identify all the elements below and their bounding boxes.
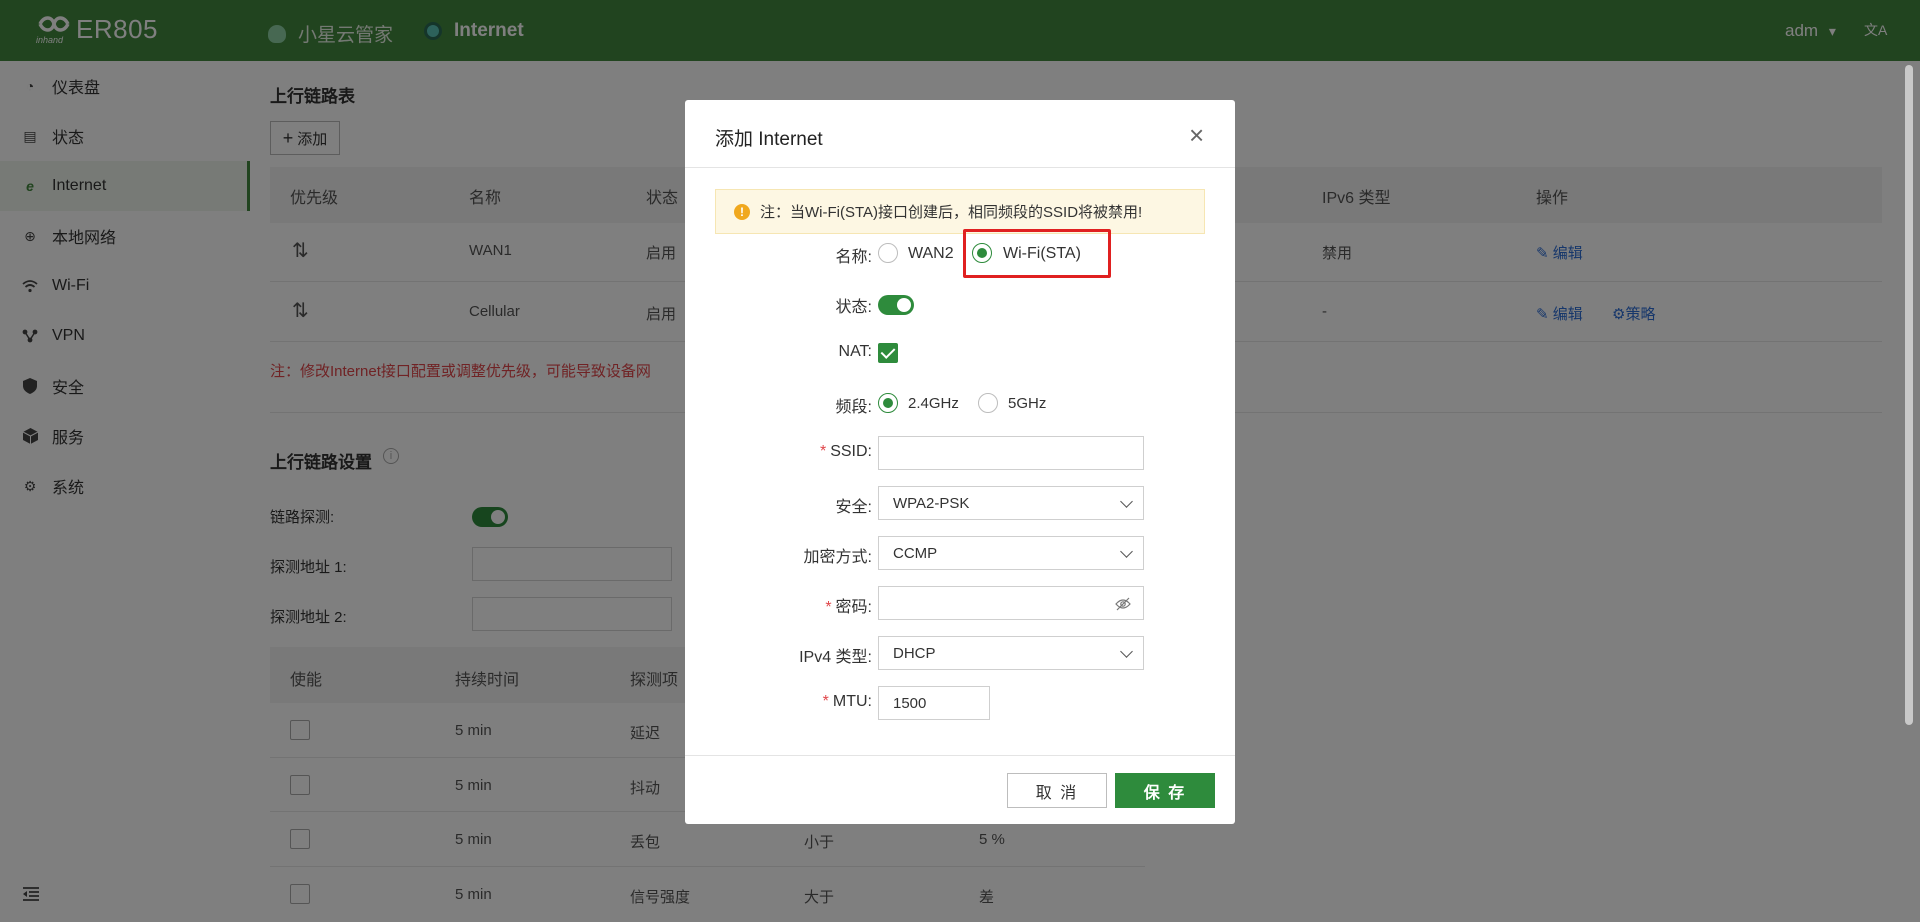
band-5ghz-label[interactable]: 5GHz <box>1008 395 1046 412</box>
security-row: 安全: WPA2-PSK <box>685 485 1235 521</box>
name-label: 名称: <box>835 249 872 266</box>
nat-row: NAT: <box>685 335 1235 371</box>
ipv4-select[interactable]: DHCP <box>878 636 1144 670</box>
password-label: * 密码: <box>825 593 872 617</box>
encryption-row: 加密方式: CCMP <box>685 535 1235 571</box>
eye-hidden-icon[interactable] <box>1115 597 1131 611</box>
status-label: 状态: <box>835 299 872 316</box>
mtu-input[interactable]: 1500 <box>878 686 990 720</box>
close-icon[interactable]: × <box>1189 122 1204 148</box>
encryption-label: 加密方式: <box>803 549 872 566</box>
band-24ghz-label[interactable]: 2.4GHz <box>908 395 959 412</box>
mtu-row: * MTU: 1500 <box>685 685 1235 721</box>
name-row: 名称: WAN2 Wi-Fi(STA) <box>685 235 1235 271</box>
chevron-down-icon <box>1120 645 1133 658</box>
warning-icon: ! <box>734 203 750 220</box>
dialog-divider <box>685 167 1235 168</box>
page-scrollbar[interactable] <box>1905 65 1913 725</box>
ssid-input[interactable] <box>878 436 1144 470</box>
highlight-annotation-box <box>963 229 1111 278</box>
ipv4-row: IPv4 类型: DHCP <box>685 635 1235 671</box>
ipv4-label: IPv4 类型: <box>799 649 872 666</box>
chevron-down-icon <box>1120 495 1133 508</box>
wan2-label[interactable]: WAN2 <box>908 245 954 263</box>
dialog-title: 添加 Internet <box>715 129 823 150</box>
nat-checkbox[interactable] <box>878 343 898 363</box>
band-5ghz-radio[interactable] <box>978 393 998 413</box>
chevron-down-icon <box>1120 545 1133 558</box>
security-value: WPA2-PSK <box>893 494 970 512</box>
wan2-radio[interactable] <box>878 243 898 263</box>
cancel-button[interactable]: 取 消 <box>1007 773 1107 808</box>
add-internet-dialog: 添加 Internet × ! 注：当Wi-Fi(STA)接口创建后，相同频段的… <box>685 100 1235 824</box>
ssid-label: * SSID: <box>820 443 872 461</box>
band-24ghz-radio[interactable] <box>878 393 898 413</box>
sta-warning-banner: ! 注：当Wi-Fi(STA)接口创建后，相同频段的SSID将被禁用! <box>715 189 1205 234</box>
password-input[interactable] <box>878 586 1144 620</box>
encryption-value: CCMP <box>893 544 938 562</box>
ssid-row: * SSID: <box>685 435 1235 471</box>
mtu-label-text: MTU: <box>832 693 872 710</box>
warning-text: 注：当Wi-Fi(STA)接口创建后，相同频段的SSID将被禁用! <box>760 204 1143 221</box>
nat-label: NAT: <box>838 343 872 360</box>
password-row: * 密码: <box>685 585 1235 621</box>
required-mark: * <box>819 443 827 460</box>
security-label: 安全: <box>835 499 872 516</box>
required-mark: * <box>822 693 829 710</box>
mtu-label: * MTU: <box>823 693 872 711</box>
security-select[interactable]: WPA2-PSK <box>878 486 1144 520</box>
ipv4-value: DHCP <box>893 644 936 662</box>
password-label-text: 密码: <box>835 599 872 616</box>
band-label: 频段: <box>835 399 872 416</box>
required-mark: * <box>825 599 832 616</box>
ssid-label-text: SSID: <box>830 443 872 460</box>
encryption-select[interactable]: CCMP <box>878 536 1144 570</box>
status-row: 状态: <box>685 285 1235 321</box>
dialog-footer-divider <box>685 755 1235 756</box>
save-button[interactable]: 保 存 <box>1115 773 1215 808</box>
status-toggle[interactable] <box>878 295 914 315</box>
band-row: 频段: 2.4GHz 5GHz <box>685 385 1235 421</box>
